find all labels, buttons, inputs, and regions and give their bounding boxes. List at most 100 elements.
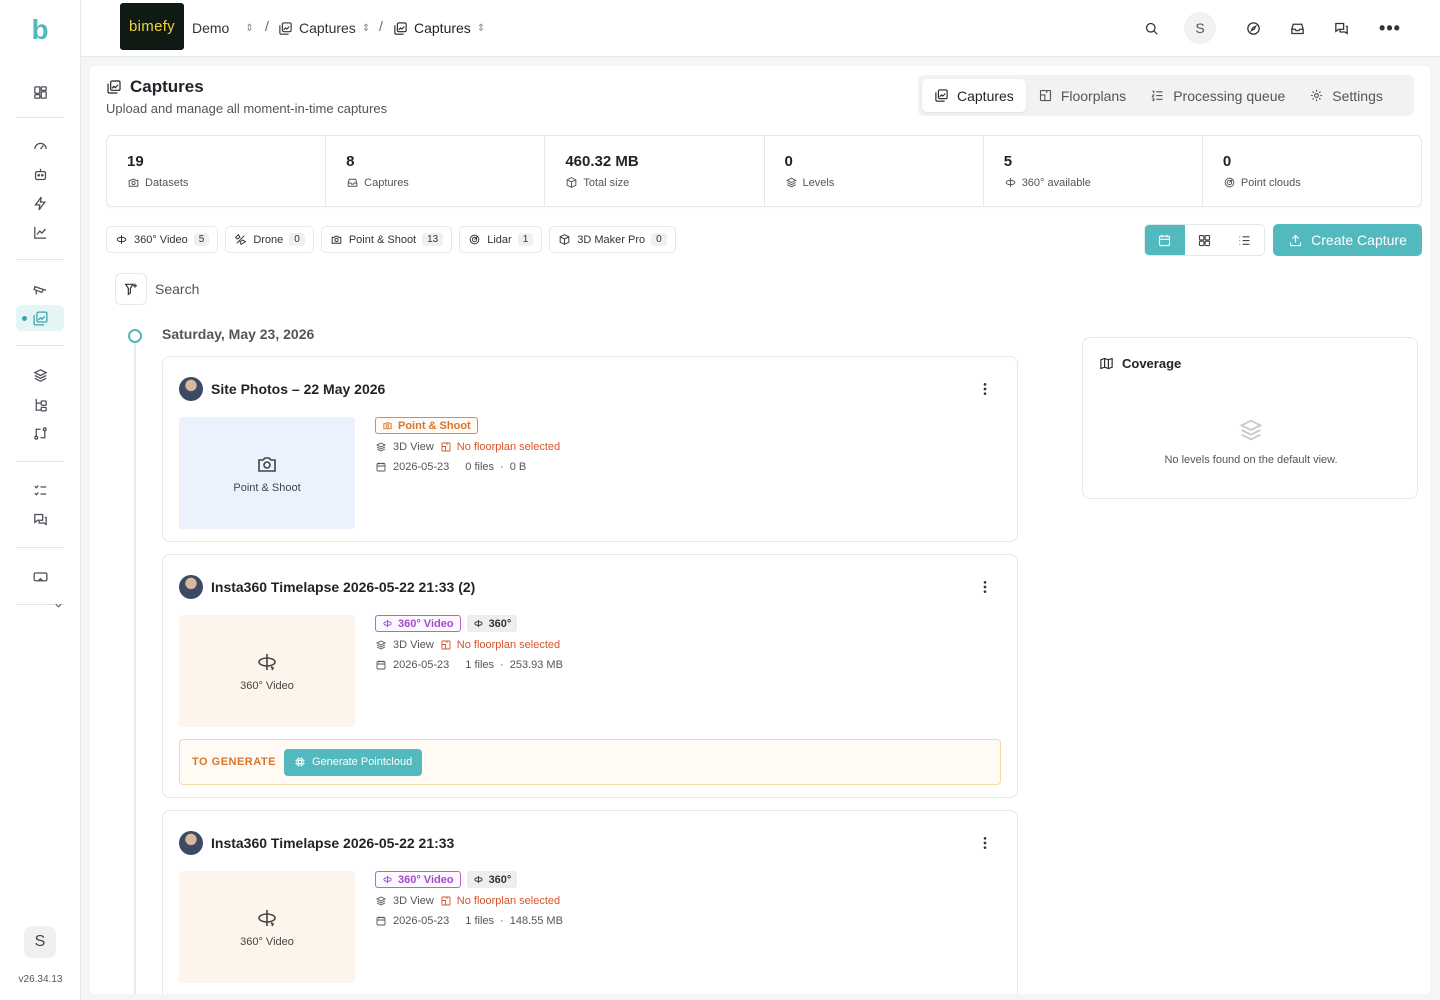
kebab-menu-icon[interactable] [975,833,995,853]
chip-drone[interactable]: Drone 0 [225,226,314,253]
dashboard-icon[interactable] [26,79,54,105]
box-icon [559,234,570,245]
chip-3d-maker-pro[interactable]: 3D Maker Pro 0 [549,226,676,253]
floorplan-warning[interactable]: No floorplan selected [440,441,560,453]
upload-icon [1290,234,1302,246]
updown-chevron-icon: ⇕ [476,22,486,34]
page-subtitle: Upload and manage all moment-in-time cap… [106,101,388,116]
radar-icon [1224,177,1235,188]
list-view-button[interactable] [1224,225,1264,255]
robot-icon[interactable] [26,161,54,187]
coverage-empty-message: No levels found on the default view. [1164,454,1338,466]
camera-cctv-icon[interactable] [26,276,54,302]
grid-view-button[interactable] [1185,225,1225,255]
top-bar: bimefy Demo ⇕ / Captures ⇕ / Captures ⇕ … [81,0,1440,57]
calendar-icon [376,916,386,926]
git-compare-icon[interactable] [26,420,54,446]
kebab-menu-icon[interactable] [975,379,995,399]
timeline-date: Saturday, May 23, 2026 [162,326,315,342]
breadcrumb-captures-2[interactable]: Captures ⇕ [393,18,485,38]
project-name: Demo [192,20,230,36]
chip-point-shoot[interactable]: Point & Shoot 13 [320,226,453,253]
chip-lidar[interactable]: Lidar 1 [459,226,543,253]
view-link[interactable]: 3D View [393,441,434,453]
timeline-dot [128,329,142,343]
layers-icon [375,896,387,906]
stat-360-available: 5 360° available [984,136,1203,206]
generate-pointcloud-button[interactable]: Generate Pointcloud [283,748,423,776]
capture-card[interactable]: Site Photos – 22 May 2026 Point & Shoot … [162,356,1018,542]
create-capture-button[interactable]: Create Capture [1273,224,1422,256]
floorplan-icon [1039,89,1051,102]
filter-plus-icon [124,283,137,296]
view-link[interactable]: 3D View [393,895,434,907]
app-version: v26.34.13 [18,974,63,985]
user-avatar[interactable]: S [24,926,56,958]
chart-icon[interactable] [26,219,54,245]
timeline-view-button[interactable] [1145,225,1185,255]
collapse-chevron-icon[interactable] [46,592,70,618]
layers-icon[interactable] [26,362,54,388]
breadcrumb-captures-1[interactable]: Captures ⇕ [278,18,370,38]
capture-title: Site Photos – 22 May 2026 [211,381,386,397]
more-options-icon[interactable]: ••• [1379,17,1401,39]
app-logo[interactable]: b [28,16,52,44]
generate-panel: TO GENERATE Generate Pointcloud [179,739,1001,785]
radar-icon [469,234,480,245]
user-avatar-top[interactable]: S [1184,12,1216,44]
compass-icon[interactable] [1242,17,1264,39]
main-panel: Captures Upload and manage all moment-in… [90,66,1430,994]
brand-logo[interactable]: bimefy [120,3,184,50]
capture-thumbnail[interactable]: 360° Video [179,871,355,983]
filter-button[interactable] [115,273,147,305]
grid-icon [1198,234,1211,246]
gauge-icon[interactable] [26,132,54,158]
capture-card[interactable]: Insta360 Timelapse 2026-05-22 21:33 360°… [162,810,1018,994]
camera-icon [258,457,276,472]
capture-thumbnail[interactable]: 360° Video [179,615,355,727]
floorplan-warning[interactable]: No floorplan selected [440,639,560,651]
floorplan-icon [441,442,451,452]
capture-thumbnail[interactable]: Point & Shoot [179,417,355,529]
layers-icon [375,442,387,452]
floorplan-warning[interactable]: No floorplan selected [440,895,560,907]
camera-icon [383,422,392,430]
floorplan-icon [441,640,451,650]
tab-processing-queue[interactable]: Processing queue [1138,79,1297,112]
avatar [179,831,203,855]
messages-icon[interactable] [1330,17,1352,39]
layers-icon [1239,419,1263,441]
tree-icon[interactable] [26,391,54,417]
kebab-menu-icon[interactable] [975,577,995,597]
layers-icon [785,177,797,188]
capture-card[interactable]: Insta360 Timelapse 2026-05-22 21:33 (2) … [162,554,1018,798]
captures-icon [279,21,292,35]
search-icon[interactable] [1140,17,1162,39]
captures-nav-icon[interactable] [16,305,64,331]
tab-captures[interactable]: Captures [922,79,1026,112]
captures-icon [107,80,121,94]
tab-floorplans[interactable]: Floorplans [1026,79,1138,112]
camera-icon [331,235,342,244]
view-link[interactable]: 3D View [393,639,434,651]
inbox-icon[interactable] [1286,17,1308,39]
view-mode-toggle [1144,224,1265,256]
bolt-icon[interactable] [26,190,54,216]
chat-icon[interactable] [26,506,54,532]
calendar-icon [376,462,386,472]
vr-headset-icon[interactable] [26,563,54,589]
type-filter-chips: 360° Video 5 Drone 0 Point & Shoot 13 Lidar… [106,226,676,253]
cpu-icon [295,757,305,767]
map-icon [1100,357,1113,370]
page-title: Captures [106,77,204,97]
stat-point-clouds: 0 Point clouds [1222,153,1301,189]
tab-settings[interactable]: Settings [1297,79,1395,112]
rotate-360-icon [258,910,276,927]
rotate-360-icon [1005,178,1016,187]
search-input[interactable] [155,278,655,300]
checklist-icon[interactable] [26,477,54,503]
rotate-360-icon [258,654,276,671]
project-switcher[interactable]: Demo ⇕ [192,18,254,38]
chip-360-video[interactable]: 360° Video 5 [106,226,219,253]
stats-bar: 19 Datasets 8 Captures 460.32 MB Total s… [106,135,1422,207]
